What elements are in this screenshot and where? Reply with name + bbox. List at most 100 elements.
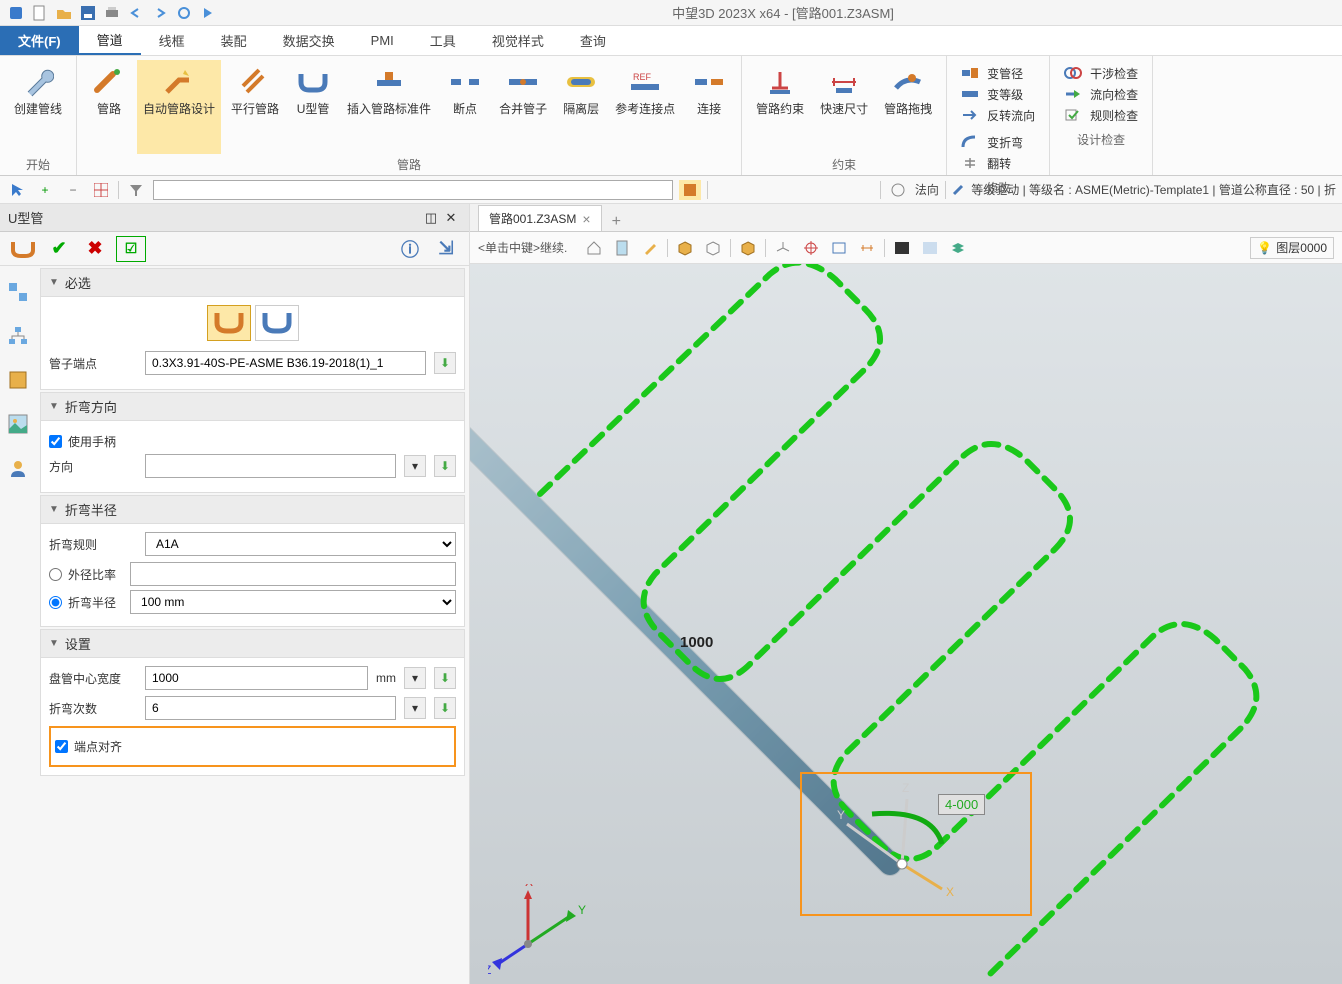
dir-pick[interactable]: ⬇ xyxy=(434,455,456,477)
tab-wire[interactable]: 线框 xyxy=(141,26,203,55)
coil-pick[interactable]: ⬇ xyxy=(434,667,456,689)
grid-icon[interactable] xyxy=(90,180,112,200)
tab-pmi[interactable]: PMI xyxy=(353,26,412,55)
vp-rect-icon[interactable] xyxy=(828,238,850,258)
btn-drag[interactable]: 管路拖拽 xyxy=(878,60,938,154)
apply-button[interactable]: ☑ xyxy=(116,236,146,262)
normal-icon[interactable] xyxy=(887,180,909,200)
vp-color-icon[interactable] xyxy=(891,238,913,258)
vp-home-icon[interactable] xyxy=(583,238,605,258)
endpoint-pick[interactable]: ⬇ xyxy=(434,352,456,374)
sec-benddir[interactable]: 折弯方向 xyxy=(40,392,465,421)
align-chk[interactable] xyxy=(55,740,68,753)
btn-insulate[interactable]: 隔离层 xyxy=(557,60,605,154)
info-icon[interactable]: ⓘ xyxy=(395,236,425,262)
expand-icon[interactable]: ⇲ xyxy=(431,236,461,262)
dir-input[interactable] xyxy=(145,454,396,478)
btn-flow-check[interactable]: 流向检查 xyxy=(1060,85,1142,104)
doc-tab[interactable]: 管路001.Z3ASM × xyxy=(478,205,602,231)
btn-parallel[interactable]: 平行管路 xyxy=(225,60,285,154)
save-icon[interactable] xyxy=(78,4,98,22)
coil-input[interactable] xyxy=(145,666,368,690)
btn-change-diam[interactable]: 变管径 xyxy=(957,64,1039,83)
btn-merge[interactable]: 合并管子 xyxy=(493,60,553,154)
redo-icon[interactable] xyxy=(150,4,170,22)
cmd-icon[interactable] xyxy=(8,236,38,262)
tab-asm[interactable]: 装配 xyxy=(203,26,265,55)
use-handle-chk[interactable] xyxy=(49,435,62,448)
sb-user-icon[interactable] xyxy=(4,454,32,482)
sec-required[interactable]: 必选 xyxy=(40,268,465,297)
sb-box-icon[interactable] xyxy=(4,366,32,394)
ratio-input[interactable] xyxy=(130,562,456,586)
new-icon[interactable] xyxy=(30,4,50,22)
count-spin[interactable]: ▾ xyxy=(404,697,426,719)
plus-icon[interactable]: + xyxy=(34,180,56,200)
open-icon[interactable] xyxy=(54,4,74,22)
btn-u-tube[interactable]: U型管 xyxy=(289,60,337,154)
app-icon[interactable] xyxy=(6,4,26,22)
vp-doc-icon[interactable] xyxy=(611,238,633,258)
filter-icon[interactable] xyxy=(125,180,147,200)
minus-icon[interactable]: − xyxy=(62,180,84,200)
sb-tree-icon[interactable] xyxy=(4,278,32,306)
dir-spin[interactable]: ▾ xyxy=(404,455,426,477)
count-pick[interactable]: ⬇ xyxy=(434,697,456,719)
radius-radio[interactable] xyxy=(49,596,62,609)
box-icon[interactable] xyxy=(679,180,701,200)
btn-reverse-flow[interactable]: 反转流向 xyxy=(957,106,1039,125)
select-icon[interactable] xyxy=(6,180,28,200)
ratio-radio[interactable] xyxy=(49,568,62,581)
btn-change-bend[interactable]: 变折弯 xyxy=(957,133,1039,152)
tab-tool[interactable]: 工具 xyxy=(412,26,474,55)
opt-u2[interactable] xyxy=(255,305,299,341)
btn-ref-conn[interactable]: REF参考连接点 xyxy=(609,60,681,154)
btn-insert-std[interactable]: 插入管路标准件 xyxy=(341,60,437,154)
btn-break[interactable]: 断点 xyxy=(441,60,489,154)
print-icon[interactable] xyxy=(102,4,122,22)
btn-create-line[interactable]: 创建管线 xyxy=(8,60,68,154)
btn-quick-dim[interactable]: 快速尺寸 xyxy=(814,60,874,154)
btn-flip[interactable]: 翻转 xyxy=(957,154,1039,173)
coil-spin[interactable]: ▾ xyxy=(404,667,426,689)
vp-layer-icon[interactable] xyxy=(947,238,969,258)
doc-tab-close[interactable]: × xyxy=(582,211,590,227)
close-icon[interactable]: ✕ xyxy=(441,209,461,227)
tab-pipe[interactable]: 管道 xyxy=(79,26,141,55)
play-icon[interactable] xyxy=(198,4,218,22)
cancel-button[interactable]: ✖ xyxy=(80,236,110,262)
vp-target-icon[interactable] xyxy=(800,238,822,258)
tab-query[interactable]: 查询 xyxy=(562,26,624,55)
tab-add[interactable]: + xyxy=(602,213,631,231)
btn-interfere[interactable]: 干涉检查 xyxy=(1060,64,1142,83)
ok-button[interactable]: ✔ xyxy=(44,236,74,262)
count-input[interactable] xyxy=(145,696,396,720)
vp-pencil-icon[interactable] xyxy=(639,238,661,258)
vp-cube2-icon[interactable] xyxy=(702,238,724,258)
vp-bg-icon[interactable] xyxy=(919,238,941,258)
sb-hierarchy-icon[interactable] xyxy=(4,322,32,350)
sec-settings[interactable]: 设置 xyxy=(40,629,465,658)
btn-change-grade[interactable]: 变等级 xyxy=(957,85,1039,104)
btn-pipe[interactable]: 管路 xyxy=(85,60,133,154)
vp-cube3-icon[interactable] xyxy=(737,238,759,258)
btn-auto-pipe[interactable]: 自动管路设计 xyxy=(137,60,221,154)
sb-image-icon[interactable] xyxy=(4,410,32,438)
vp-axis-icon[interactable] xyxy=(772,238,794,258)
btn-connect[interactable]: 连接 xyxy=(685,60,733,154)
vp-measure-icon[interactable] xyxy=(856,238,878,258)
radius-select[interactable]: 100 mm xyxy=(130,590,456,614)
undo-icon[interactable] xyxy=(126,4,146,22)
layer-box[interactable]: 💡 图层0000 xyxy=(1250,237,1334,259)
endpoint-input[interactable] xyxy=(145,351,426,375)
restore-icon[interactable]: ◫ xyxy=(421,209,441,227)
sec-bendrad[interactable]: 折弯半径 xyxy=(40,495,465,524)
canvas[interactable]: 1000 Y Z X 4-000 X Y Z xyxy=(470,264,1342,984)
tab-file[interactable]: 文件(F) xyxy=(0,26,79,55)
vp-cube1-icon[interactable] xyxy=(674,238,696,258)
tab-data[interactable]: 数据交换 xyxy=(265,26,353,55)
refresh-icon[interactable] xyxy=(174,4,194,22)
tab-visual[interactable]: 视觉样式 xyxy=(474,26,562,55)
btn-rule-check[interactable]: 规则检查 xyxy=(1060,106,1142,125)
filter-input[interactable] xyxy=(153,180,673,200)
